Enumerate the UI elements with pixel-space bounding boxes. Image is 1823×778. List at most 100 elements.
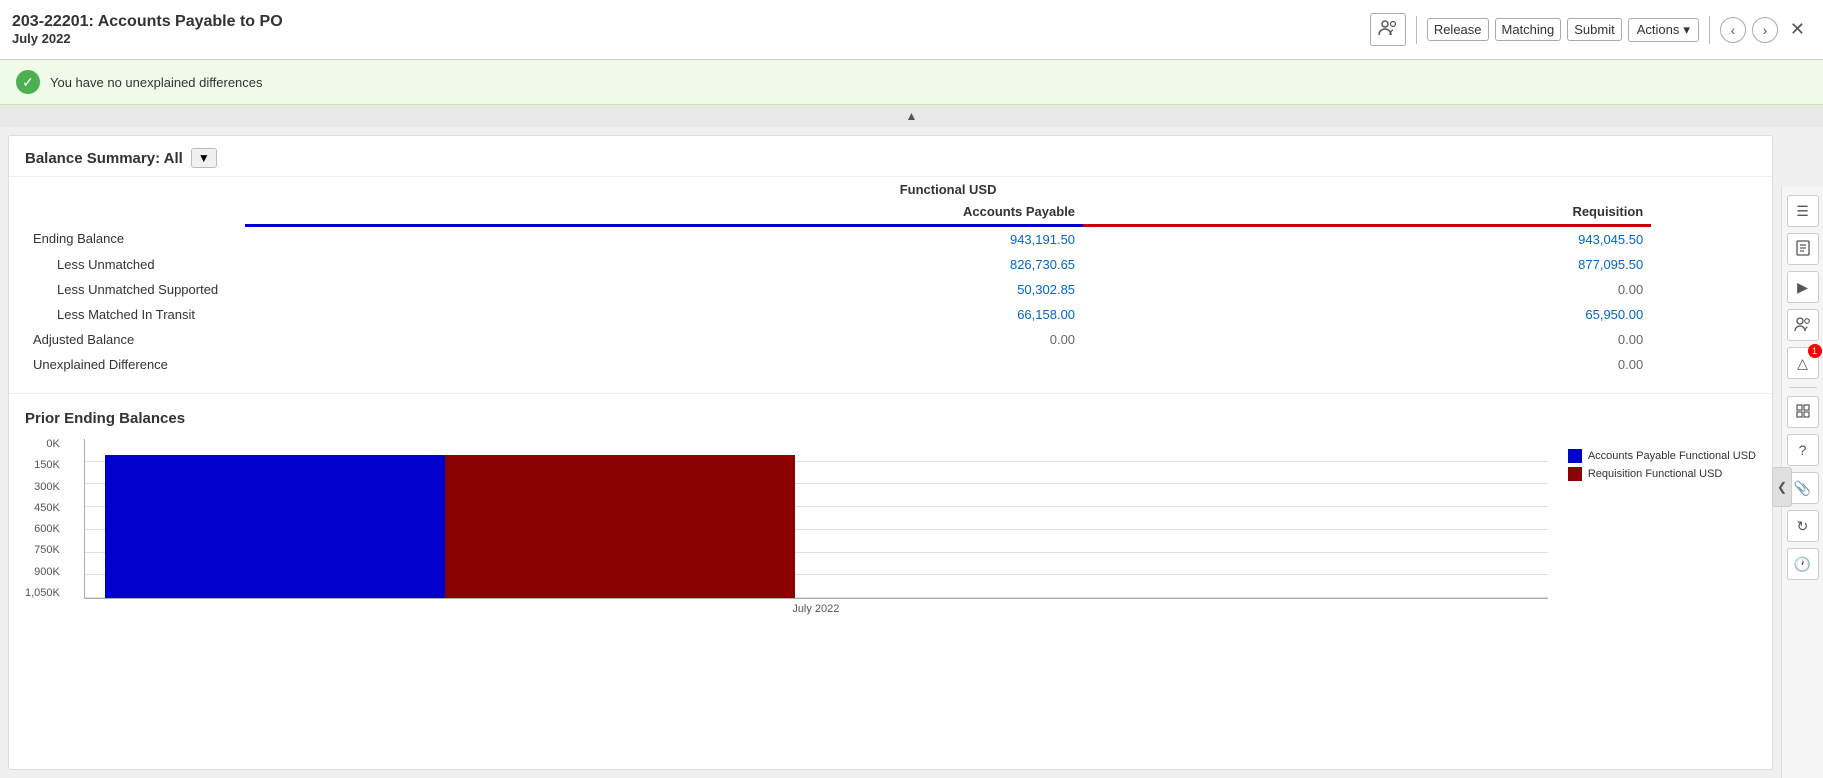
users-icon-btn[interactable] [1787, 309, 1819, 341]
th-spacer [1651, 177, 1756, 199]
nav-prev-button[interactable]: ‹ [1720, 17, 1746, 43]
check-icon: ✓ [16, 70, 40, 94]
balance-summary-filter-dropdown[interactable]: ▼ [191, 148, 217, 168]
balance-title-text: Balance Summary: All [25, 150, 183, 167]
content-panel: Balance Summary: All ▼ Functional USD [8, 135, 1773, 770]
clock-icon-btn[interactable]: 🕐 [1787, 548, 1819, 580]
row-label-2: Less Unmatched Supported [25, 277, 245, 302]
question-icon: ? [1799, 442, 1807, 458]
chart-area: 1,050K900K750K600K450K300K150K0K [25, 439, 1756, 615]
refresh-icon-btn[interactable]: ↻ [1787, 510, 1819, 542]
side-panel: ☰ ▶ [1781, 187, 1823, 778]
body-area: Balance Summary: All ▼ Functional USD [0, 127, 1823, 778]
page-title: 203-22201: Accounts Payable to PO [12, 13, 283, 31]
release-button[interactable]: Release [1427, 18, 1489, 41]
submit-button[interactable]: Submit [1567, 18, 1621, 41]
row-spacer [1651, 302, 1756, 327]
prior-balances-title: Prior Ending Balances [25, 410, 1756, 427]
nav-next-button[interactable]: › [1752, 17, 1778, 43]
list-icon-btn[interactable]: ☰ [1787, 195, 1819, 227]
clock-icon: 🕐 [1794, 556, 1811, 573]
row-spacer [1651, 352, 1756, 377]
row-req-5: 0.00 [1083, 352, 1651, 377]
grid-icon-btn[interactable] [1787, 396, 1819, 428]
th-requisition: Requisition [1083, 199, 1651, 226]
play-icon-btn[interactable]: ▶ [1787, 271, 1819, 303]
attachment-icon: 📎 [1794, 480, 1811, 497]
list-icon: ☰ [1796, 203, 1809, 220]
row-spacer [1651, 226, 1756, 253]
chart-legend: Accounts Payable Functional USD Requisiti… [1568, 449, 1756, 481]
users-icon [1794, 316, 1812, 335]
row-req-2: 0.00 [1083, 277, 1651, 302]
row-ap-1[interactable]: 826,730.65 [245, 252, 1083, 277]
chart-x-label: July 2022 [84, 603, 1548, 615]
row-req-0[interactable]: 943,045.50 [1083, 226, 1651, 253]
chart-plot-container: July 2022 [84, 439, 1548, 615]
page-subtitle: July 2022 [12, 31, 283, 46]
people-icon-btn[interactable] [1370, 13, 1406, 46]
header: 203-22201: Accounts Payable to PO July 2… [0, 0, 1823, 60]
y-axis-label: 900K [25, 567, 60, 578]
row-ap-5 [245, 352, 1083, 377]
row-ap-2[interactable]: 50,302.85 [245, 277, 1083, 302]
report-icon [1795, 240, 1811, 259]
row-req-4: 0.00 [1083, 327, 1651, 352]
prior-balances-section: Prior Ending Balances 1,050K900K750K600K… [9, 393, 1772, 631]
refresh-icon: ↻ [1797, 518, 1809, 535]
actions-arrow-icon: ▾ [1683, 22, 1690, 38]
legend-label: Accounts Payable Functional USD [1588, 450, 1756, 462]
actions-dropdown-button[interactable]: Actions ▾ [1628, 18, 1699, 42]
y-axis-label: 150K [25, 460, 60, 471]
side-expand-button[interactable]: ❮ [1772, 467, 1792, 507]
header-title-block: 203-22201: Accounts Payable to PO July 2… [12, 13, 283, 46]
row-label-4: Adjusted Balance [25, 327, 245, 352]
row-ap-4: 0.00 [245, 327, 1083, 352]
y-axis-label: 600K [25, 524, 60, 535]
chart-plot [84, 439, 1548, 599]
matching-button[interactable]: Matching [1495, 18, 1562, 41]
balance-summary-title: Balance Summary: All [25, 150, 183, 167]
notification-message: You have no unexplained differences [50, 75, 263, 90]
collapse-bar[interactable]: ▲ [0, 105, 1823, 127]
balance-summary-section-header: Balance Summary: All ▼ [9, 136, 1772, 177]
close-button[interactable]: ✕ [1784, 17, 1811, 42]
th-label-empty [25, 199, 245, 226]
divider-2 [1709, 16, 1710, 44]
play-icon: ▶ [1797, 279, 1808, 296]
bar-accounts-payable [105, 455, 445, 598]
row-req-3[interactable]: 65,950.00 [1083, 302, 1651, 327]
row-spacer [1651, 252, 1756, 277]
legend-item: Requisition Functional USD [1568, 467, 1756, 481]
collapse-arrow-icon: ▲ [906, 109, 918, 123]
y-axis-label: 1,050K [25, 588, 60, 599]
balance-table-wrapper: Functional USD Accounts Payable Requisit… [9, 177, 1772, 393]
grid-icon [1796, 404, 1810, 421]
bars-group [105, 439, 795, 598]
legend-item: Accounts Payable Functional USD [1568, 449, 1756, 463]
divider-1 [1416, 16, 1417, 44]
alert-icon-btn[interactable]: △ 1 [1787, 347, 1819, 379]
row-label-3: Less Matched In Transit [25, 302, 245, 327]
row-label-0: Ending Balance [25, 226, 245, 253]
side-panel-divider [1789, 387, 1817, 388]
row-spacer [1651, 327, 1756, 352]
row-req-1[interactable]: 877,095.50 [1083, 252, 1651, 277]
legend-label: Requisition Functional USD [1588, 468, 1723, 480]
alert-icon: △ [1797, 355, 1808, 372]
alert-badge: 1 [1808, 344, 1822, 358]
row-label-1: Less Unmatched [25, 252, 245, 277]
question-icon-btn[interactable]: ? [1787, 434, 1819, 466]
report-icon-btn[interactable] [1787, 233, 1819, 265]
chart-y-axis: 1,050K900K750K600K450K300K150K0K [25, 439, 64, 599]
header-actions: Release Matching Submit Actions ▾ ‹ › ✕ [1370, 13, 1811, 46]
notification-bar: ✓ You have no unexplained differences [0, 60, 1823, 105]
th-functional-usd: Functional USD [245, 177, 1651, 199]
y-axis-label: 0K [25, 439, 60, 450]
th-empty [25, 177, 245, 199]
row-label-5: Unexplained Difference [25, 352, 245, 377]
y-axis-label: 300K [25, 482, 60, 493]
balance-table: Functional USD Accounts Payable Requisit… [25, 177, 1756, 377]
row-ap-0[interactable]: 943,191.50 [245, 226, 1083, 253]
row-ap-3[interactable]: 66,158.00 [245, 302, 1083, 327]
